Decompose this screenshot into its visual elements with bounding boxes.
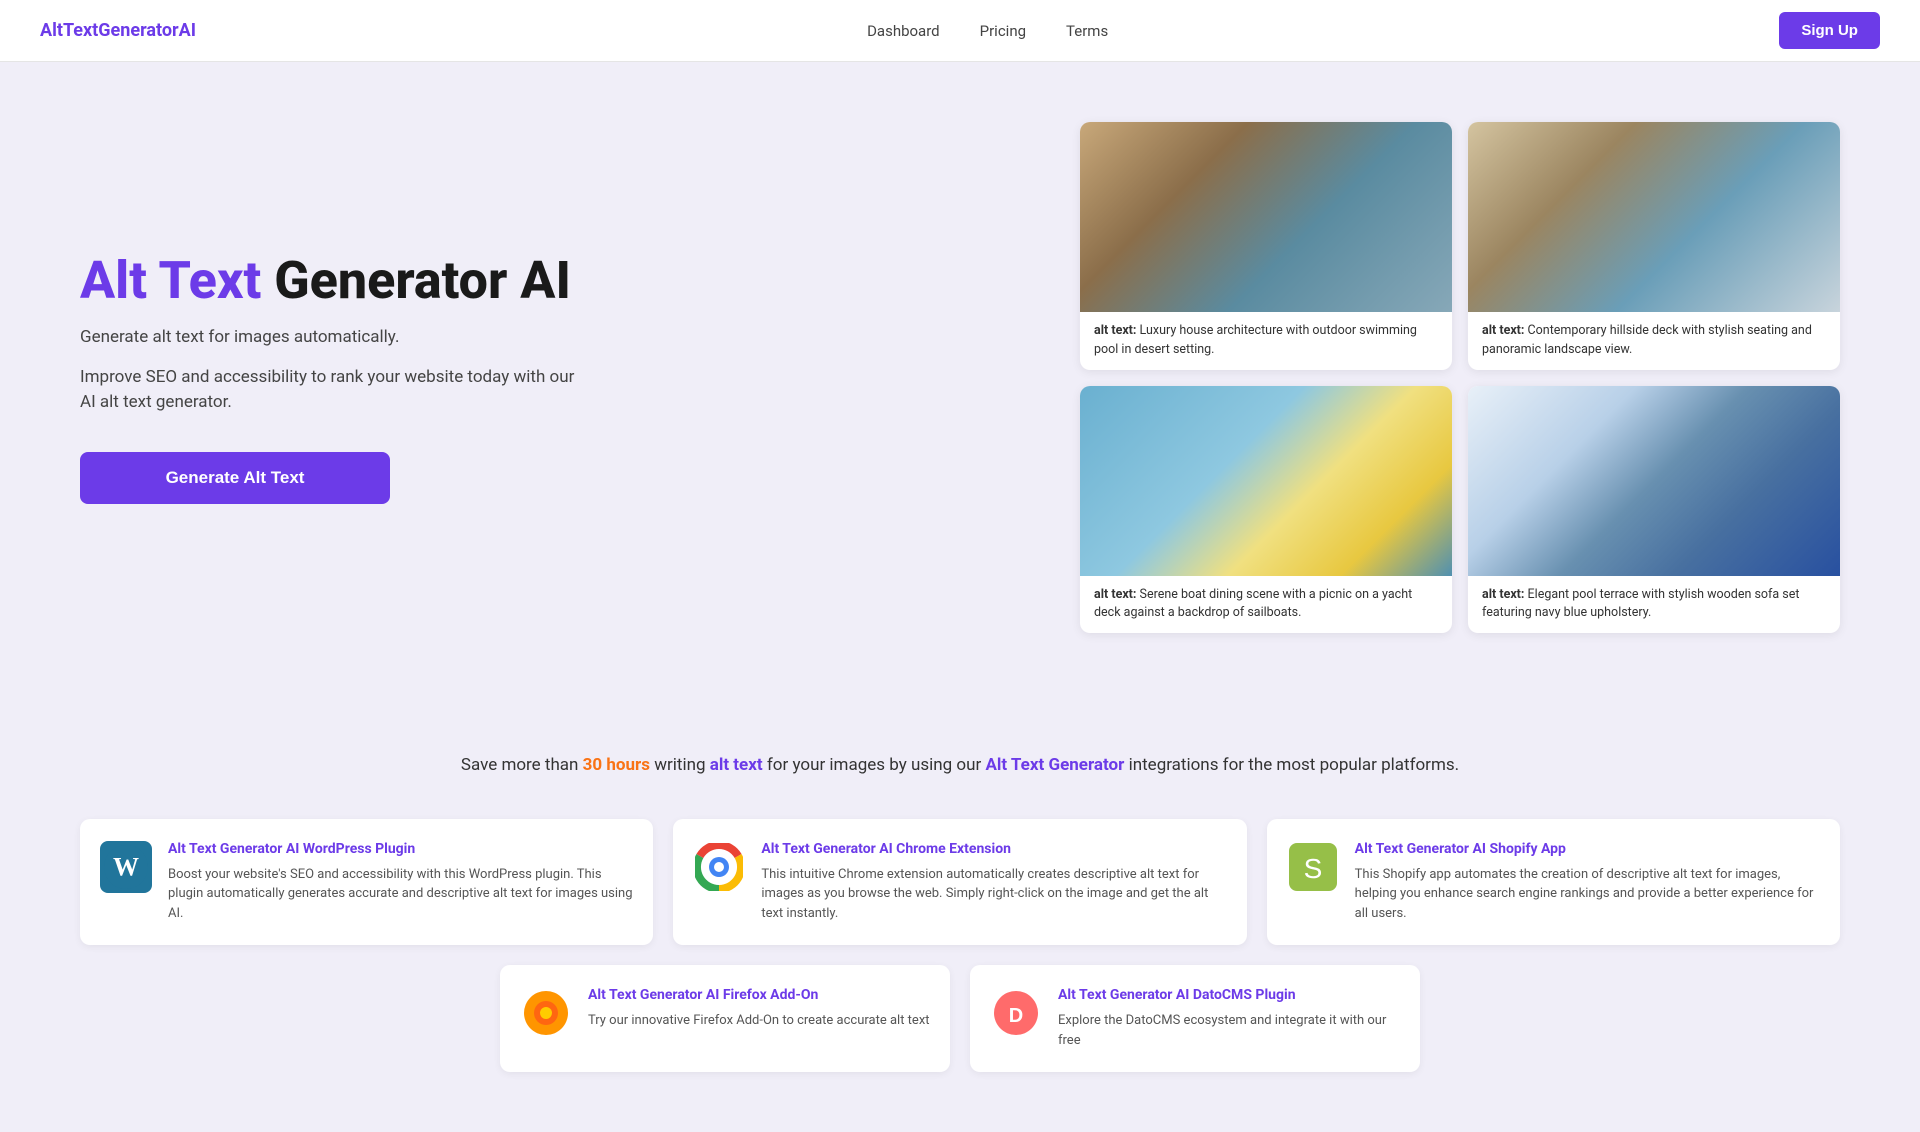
hero-image-grid: alt text: Luxury house architecture with… bbox=[1080, 122, 1840, 633]
shopify-icon: S bbox=[1287, 841, 1339, 893]
image-caption-2: alt text: Contemporary hillside deck wit… bbox=[1468, 312, 1840, 370]
hero-title-black: Generator AI bbox=[261, 250, 571, 311]
image-3 bbox=[1080, 386, 1452, 576]
hero-title-purple: Alt Text bbox=[80, 250, 261, 311]
chrome-icon bbox=[693, 841, 745, 893]
signup-button[interactable]: Sign Up bbox=[1779, 12, 1880, 49]
firefox-icon bbox=[520, 987, 572, 1039]
hero-subtitle2: Improve SEO and accessibility to rank yo… bbox=[80, 365, 580, 416]
shopify-card-title: Alt Text Generator AI Shopify App bbox=[1355, 841, 1820, 857]
firefox-card-content: Alt Text Generator AI Firefox Add-On Try… bbox=[588, 987, 930, 1031]
wordpress-card-desc: Boost your website's SEO and accessibili… bbox=[168, 865, 633, 924]
firefox-card-desc: Try our innovative Firefox Add-On to cre… bbox=[588, 1011, 930, 1031]
generator-highlight: Alt Text Generator bbox=[985, 755, 1124, 775]
firefox-card-title: Alt Text Generator AI Firefox Add-On bbox=[588, 987, 930, 1003]
svg-text:D: D bbox=[1009, 1005, 1023, 1027]
hero-subtitle1: Generate alt text for images automatical… bbox=[80, 327, 580, 347]
datocms-card[interactable]: D Alt Text Generator AI DatoCMS Plugin E… bbox=[970, 965, 1420, 1072]
image-card-3: alt text: Serene boat dining scene with … bbox=[1080, 386, 1452, 634]
alt-label-3: alt text: bbox=[1094, 587, 1136, 602]
alt-text-2: Contemporary hillside deck with stylish … bbox=[1482, 323, 1812, 357]
svg-text:W: W bbox=[113, 852, 139, 881]
integrations-section: Save more than 30 hours writing alt text… bbox=[0, 693, 1920, 1132]
hero-title: Alt Text Generator AI bbox=[80, 251, 580, 311]
image-2 bbox=[1468, 122, 1840, 312]
wordpress-card-content: Alt Text Generator AI WordPress Plugin B… bbox=[168, 841, 633, 924]
chrome-card-content: Alt Text Generator AI Chrome Extension T… bbox=[761, 841, 1226, 924]
end-text: integrations for the most popular platfo… bbox=[1124, 755, 1459, 775]
middle-text: writing bbox=[650, 755, 710, 775]
shopify-card-desc: This Shopify app automates the creation … bbox=[1355, 865, 1820, 924]
firefox-card[interactable]: Alt Text Generator AI Firefox Add-On Try… bbox=[500, 965, 950, 1072]
nav-terms[interactable]: Terms bbox=[1066, 22, 1108, 40]
image-caption-1: alt text: Luxury house architecture with… bbox=[1080, 312, 1452, 370]
nav-dashboard[interactable]: Dashboard bbox=[867, 22, 940, 40]
logo-black: TextGeneratorAI bbox=[63, 20, 196, 41]
hours-highlight: 30 hours bbox=[583, 755, 650, 775]
integrations-intro: Save more than 30 hours writing alt text… bbox=[80, 753, 1840, 779]
hero-left: Alt Text Generator AI Generate alt text … bbox=[80, 251, 580, 504]
chrome-card[interactable]: Alt Text Generator AI Chrome Extension T… bbox=[673, 819, 1246, 946]
wordpress-card-title: Alt Text Generator AI WordPress Plugin bbox=[168, 841, 633, 857]
integration-cards-row1: W Alt Text Generator AI WordPress Plugin… bbox=[80, 819, 1840, 946]
datocms-card-desc: Explore the DatoCMS ecosystem and integr… bbox=[1058, 1011, 1400, 1050]
chrome-card-title: Alt Text Generator AI Chrome Extension bbox=[761, 841, 1226, 857]
datocms-icon: D bbox=[990, 987, 1042, 1039]
image-card-4: alt text: Elegant pool terrace with styl… bbox=[1468, 386, 1840, 634]
alt-label-4: alt text: bbox=[1482, 587, 1524, 602]
alt-text-1: Luxury house architecture with outdoor s… bbox=[1094, 323, 1417, 357]
alt-label-2: alt text: bbox=[1482, 323, 1524, 338]
image-caption-3: alt text: Serene boat dining scene with … bbox=[1080, 576, 1452, 634]
alt-text-highlight: alt text bbox=[710, 755, 763, 775]
image-card-2: alt text: Contemporary hillside deck wit… bbox=[1468, 122, 1840, 370]
middle-text2: for your images by using our bbox=[763, 755, 986, 775]
logo-purple: Alt bbox=[40, 20, 63, 41]
alt-text-3: Serene boat dining scene with a picnic o… bbox=[1094, 587, 1412, 621]
nav-pricing[interactable]: Pricing bbox=[980, 22, 1026, 40]
site-logo[interactable]: AltTextGeneratorAI bbox=[40, 20, 196, 41]
wordpress-card[interactable]: W Alt Text Generator AI WordPress Plugin… bbox=[80, 819, 653, 946]
wordpress-icon: W bbox=[100, 841, 152, 893]
image-4 bbox=[1468, 386, 1840, 576]
nav-links: Dashboard Pricing Terms bbox=[867, 22, 1108, 40]
chrome-card-desc: This intuitive Chrome extension automati… bbox=[761, 865, 1226, 924]
hero-section: Alt Text Generator AI Generate alt text … bbox=[0, 62, 1920, 693]
image-1 bbox=[1080, 122, 1452, 312]
generate-alt-text-button[interactable]: Generate Alt Text bbox=[80, 452, 390, 504]
svg-text:S: S bbox=[1303, 853, 1322, 884]
image-caption-4: alt text: Elegant pool terrace with styl… bbox=[1468, 576, 1840, 634]
image-card-1: alt text: Luxury house architecture with… bbox=[1080, 122, 1452, 370]
intro-text: Save more than bbox=[461, 755, 583, 775]
datocms-card-content: Alt Text Generator AI DatoCMS Plugin Exp… bbox=[1058, 987, 1400, 1050]
integration-cards-row2: Alt Text Generator AI Firefox Add-On Try… bbox=[500, 965, 1420, 1072]
shopify-card-content: Alt Text Generator AI Shopify App This S… bbox=[1355, 841, 1820, 924]
datocms-card-title: Alt Text Generator AI DatoCMS Plugin bbox=[1058, 987, 1400, 1003]
alt-text-4: Elegant pool terrace with stylish wooden… bbox=[1482, 587, 1799, 621]
alt-label-1: alt text: bbox=[1094, 323, 1136, 338]
shopify-card[interactable]: S Alt Text Generator AI Shopify App This… bbox=[1267, 819, 1840, 946]
